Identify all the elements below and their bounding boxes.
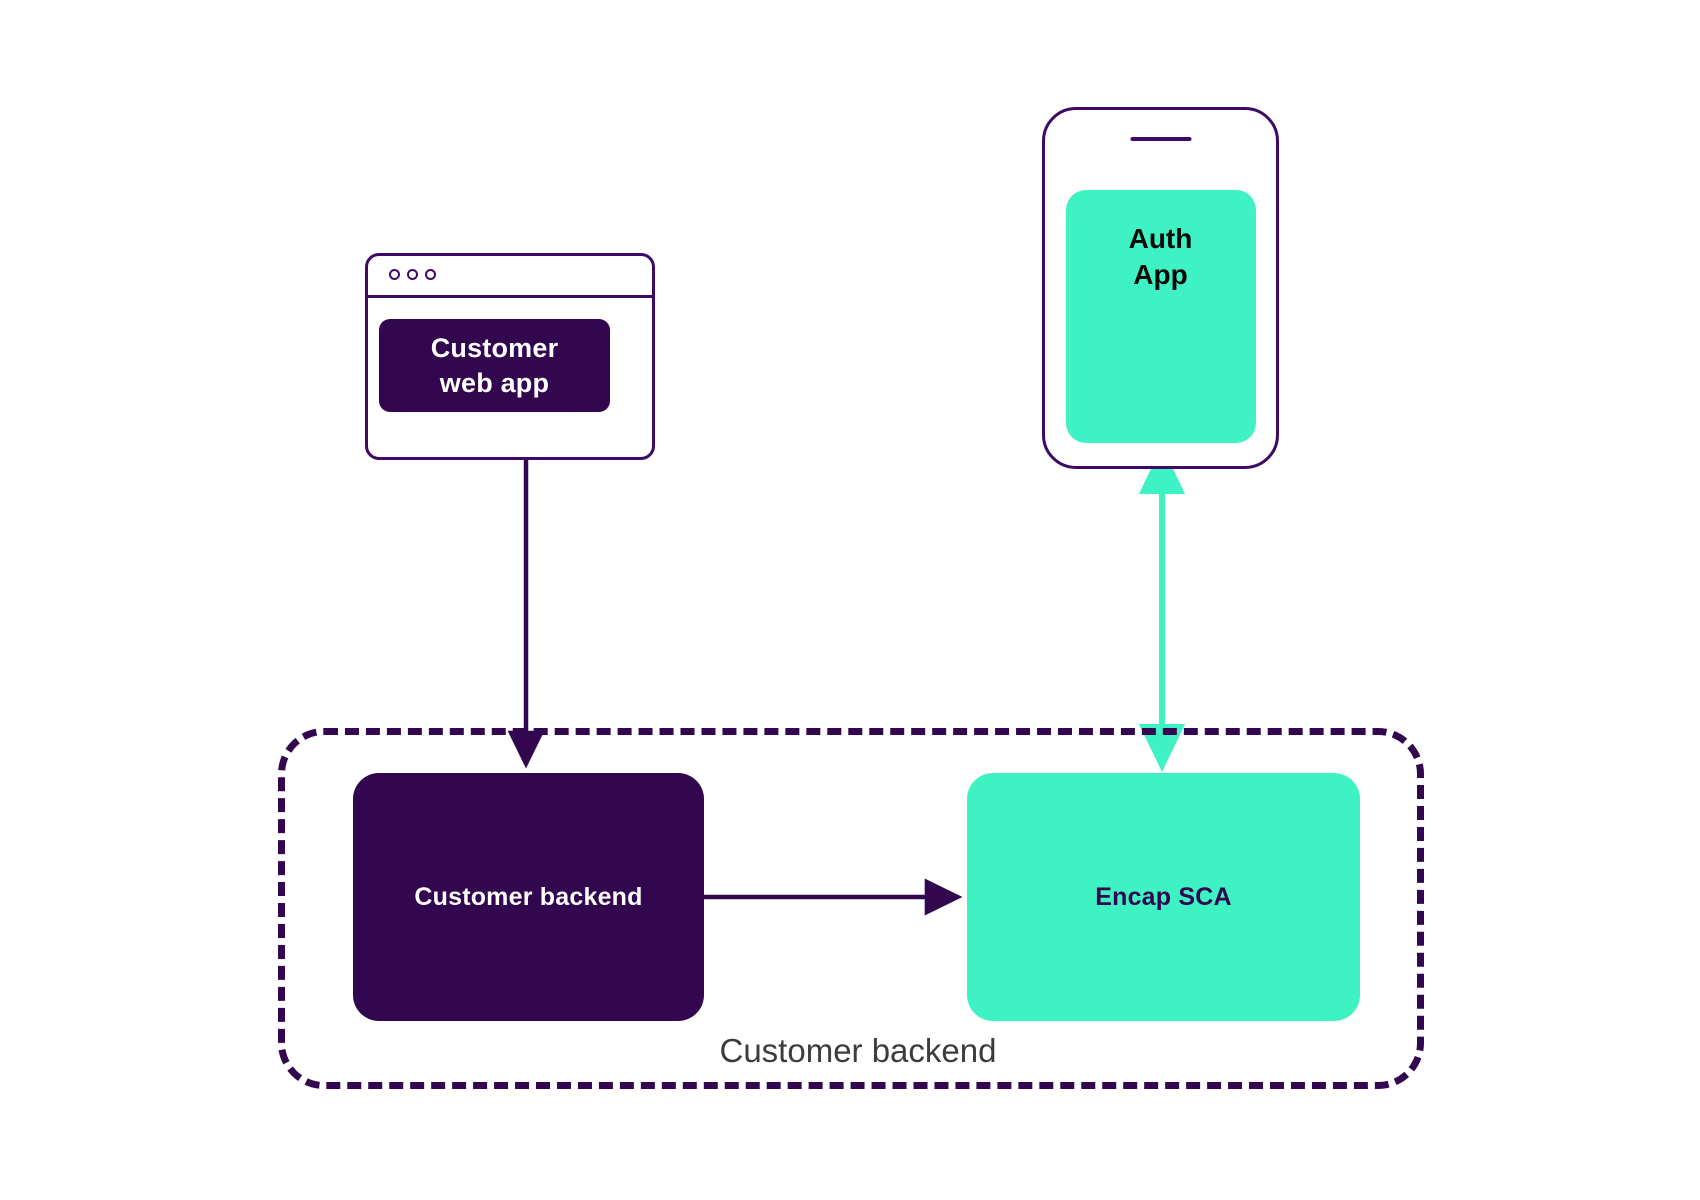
encap-sca-node-label: Encap SCA [1095, 882, 1232, 911]
auth-app-label-line2: App [1133, 258, 1188, 290]
customer-backend-node[interactable]: Customer backend [353, 773, 704, 1021]
diagram-canvas: Customer web app Auth App Customer backe… [0, 0, 1700, 1200]
customer-backend-boundary-caption: Customer backend [719, 1032, 997, 1069]
customer-web-app-node[interactable]: Customer web app [379, 319, 610, 412]
customer-backend-node-label: Customer backend [414, 882, 643, 911]
auth-app-label-line1: Auth [1128, 223, 1193, 254]
encap-sca-node[interactable]: Encap SCA [967, 773, 1360, 1021]
browser-dot-icon-2 [407, 269, 418, 280]
customer-web-app-label: Customer web app [431, 331, 559, 400]
phone-speaker-icon [1130, 137, 1191, 141]
auth-app-phone[interactable]: Auth App [1042, 107, 1279, 469]
browser-titlebar [368, 256, 652, 298]
customer-web-app-browser[interactable]: Customer web app [365, 253, 655, 460]
browser-dot-icon-1 [389, 269, 400, 280]
auth-app-node[interactable]: Auth App [1065, 190, 1256, 443]
browser-window-controls [389, 269, 436, 280]
customer-web-app-label-line1: Customer [430, 332, 559, 363]
auth-app-label: Auth App [1066, 221, 1256, 293]
browser-dot-icon-3 [425, 269, 436, 280]
customer-web-app-label-line2: web app [439, 367, 550, 398]
